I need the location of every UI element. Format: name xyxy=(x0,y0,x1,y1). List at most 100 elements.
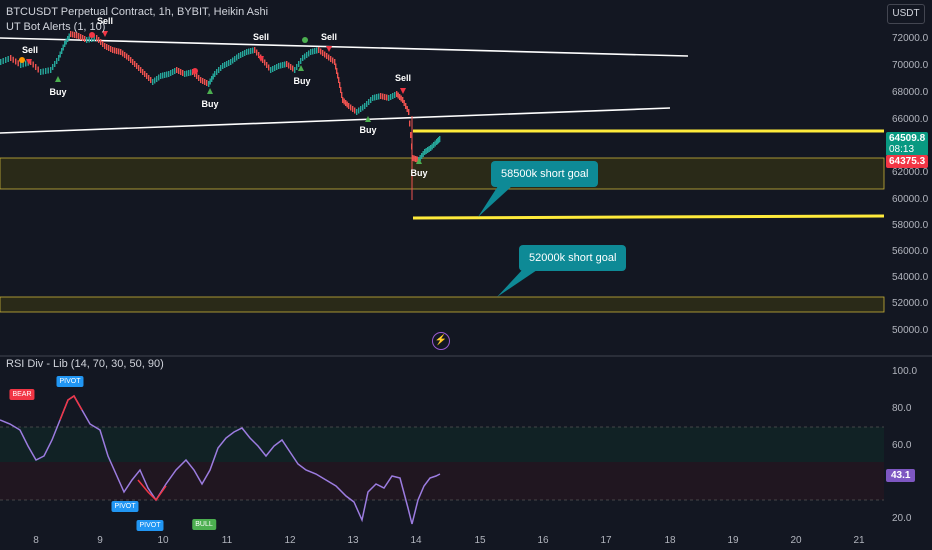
candle xyxy=(294,67,296,73)
candle xyxy=(226,61,228,67)
candle xyxy=(212,73,214,80)
time-label: 14 xyxy=(410,535,422,546)
candle xyxy=(386,94,388,101)
time-label: 20 xyxy=(790,535,802,546)
candle xyxy=(396,91,398,97)
trendline-mid[interactable] xyxy=(0,107,671,134)
candle xyxy=(427,147,429,153)
candle xyxy=(15,58,17,65)
candle xyxy=(136,63,138,69)
price-label: 70000.0 xyxy=(892,60,929,71)
candle xyxy=(58,55,60,61)
candle xyxy=(204,79,206,85)
candle xyxy=(342,97,344,103)
candle xyxy=(350,104,352,111)
candle xyxy=(176,67,178,73)
price-label: 56000.0 xyxy=(892,246,929,257)
candle xyxy=(346,101,348,108)
candle xyxy=(112,47,114,53)
candle xyxy=(120,49,122,55)
goal-callout-58500[interactable]: 58500k short goal xyxy=(491,161,599,187)
rsi-axis-label: 60.0 xyxy=(892,440,912,451)
candle xyxy=(268,64,270,71)
time-label: 18 xyxy=(664,535,676,546)
candle xyxy=(106,44,108,50)
candle xyxy=(196,73,198,79)
candle xyxy=(358,107,360,114)
candle xyxy=(300,58,302,64)
candle xyxy=(47,67,49,74)
candle xyxy=(216,69,218,75)
candle xyxy=(264,59,266,66)
candle xyxy=(284,61,286,68)
candle xyxy=(366,101,368,107)
candle xyxy=(164,72,166,78)
candle xyxy=(198,75,200,81)
other-price-tag: 64375.3 xyxy=(886,155,929,168)
candle xyxy=(430,145,432,151)
candle xyxy=(242,51,244,57)
lightning-icon[interactable]: ⚡ xyxy=(432,332,450,350)
candle xyxy=(364,103,366,109)
candle xyxy=(82,35,84,41)
candle xyxy=(40,69,42,75)
candle xyxy=(343,98,345,105)
rsi-tag-pivot: PIVOT xyxy=(111,501,139,512)
candle xyxy=(302,55,304,61)
candle xyxy=(422,151,424,157)
candle xyxy=(76,32,78,39)
candle xyxy=(7,56,9,62)
candle xyxy=(408,109,410,115)
candle xyxy=(328,54,330,61)
time-label: 13 xyxy=(347,535,359,546)
signal-label-buy: Buy xyxy=(49,87,67,97)
sell-dot-icon xyxy=(19,57,25,63)
candle xyxy=(218,67,220,73)
candle xyxy=(110,46,112,52)
candle xyxy=(330,56,332,62)
currency-button[interactable]: USDT xyxy=(887,4,925,24)
indicator-title[interactable]: UT Bot Alerts (1, 10) xyxy=(6,21,105,33)
sell-arrow-icon xyxy=(400,88,406,94)
signal-label-sell: Sell xyxy=(96,16,114,26)
candle xyxy=(374,94,376,101)
candle xyxy=(332,57,334,64)
price-label: 52000.0 xyxy=(892,298,929,309)
price-label: 66000.0 xyxy=(892,114,929,125)
chart-canvas[interactable] xyxy=(0,0,932,550)
candle xyxy=(144,71,146,77)
goal-callout-52000[interactable]: 52000k short goal xyxy=(519,245,627,271)
candle xyxy=(272,66,274,72)
price-label: 68000.0 xyxy=(892,87,929,98)
rsi-title[interactable]: RSI Div - Lib (14, 70, 30, 50, 90) xyxy=(6,358,164,370)
candle xyxy=(378,93,380,100)
candle xyxy=(292,65,294,72)
candle xyxy=(278,63,280,69)
candle xyxy=(306,52,308,58)
candle xyxy=(252,47,254,54)
candle xyxy=(182,70,184,76)
candle xyxy=(270,67,272,73)
candle xyxy=(10,55,12,61)
sell-dot-icon xyxy=(192,68,198,74)
candle xyxy=(150,77,152,83)
price-label: 54000.0 xyxy=(892,272,929,283)
candle xyxy=(250,48,252,54)
candle xyxy=(102,41,104,47)
candle xyxy=(372,95,374,101)
candle xyxy=(312,48,314,55)
candle xyxy=(20,62,22,68)
candle xyxy=(42,68,44,75)
candle xyxy=(190,69,192,76)
candle xyxy=(142,69,144,75)
signal-label-sell: Sell xyxy=(394,73,412,83)
candle xyxy=(62,44,64,51)
candle xyxy=(78,33,80,39)
candle xyxy=(326,53,328,59)
buy-arrow-icon xyxy=(207,88,213,94)
target-line-lower[interactable] xyxy=(412,214,885,220)
candle xyxy=(433,142,435,148)
candle xyxy=(122,50,124,57)
symbol-title[interactable]: BTCUSDT Perpetual Contract, 1h, BYBIT, H… xyxy=(6,6,268,18)
candle xyxy=(128,55,130,61)
